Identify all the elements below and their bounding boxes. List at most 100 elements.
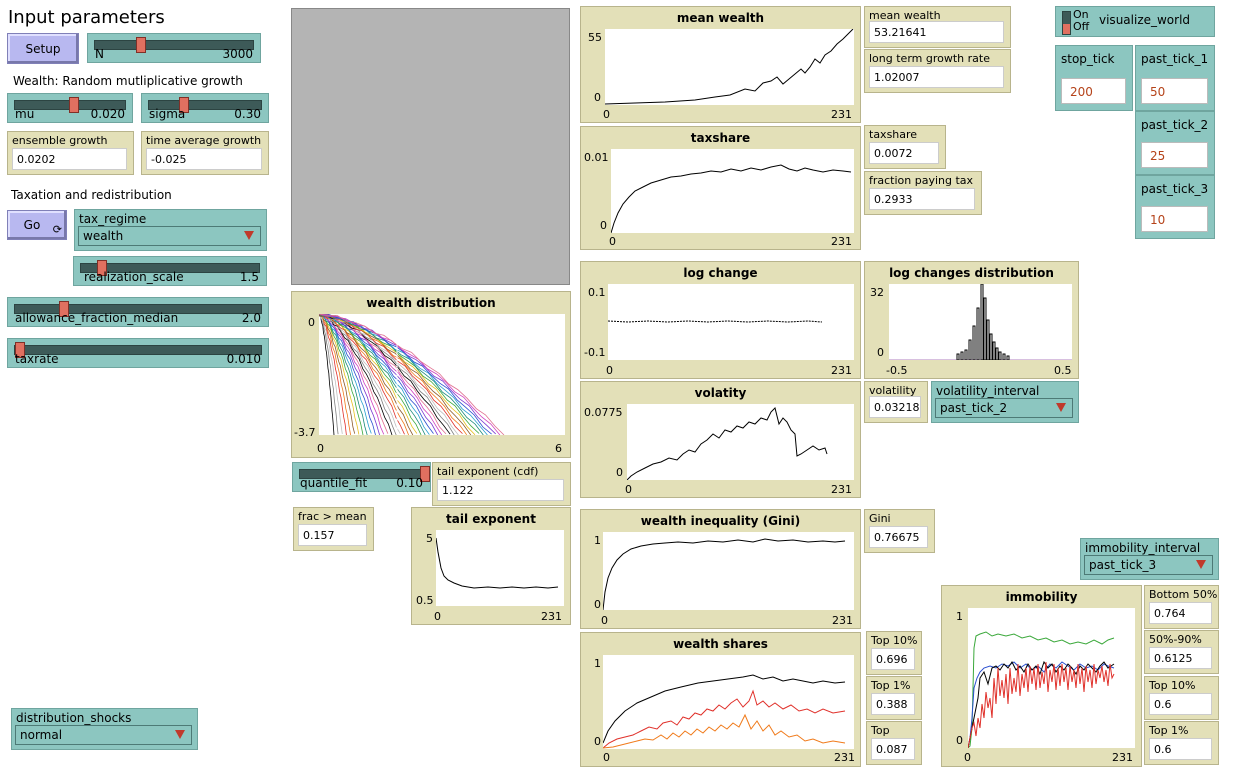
plot-area <box>603 532 854 610</box>
realization-scale-slider[interactable]: realization_scale 1.5 <box>73 256 267 286</box>
switch-toggle[interactable] <box>1062 11 1071 35</box>
tail-exponent-plot: tail exponent 5 0.5 0 231 <box>411 507 571 625</box>
forever-icon: ⟳ <box>52 223 62 236</box>
past-tick-1-input[interactable]: past_tick_1 50 <box>1135 45 1215 111</box>
sigma-slider[interactable]: sigma 0.30 <box>141 93 269 123</box>
slider-name: N <box>95 47 104 61</box>
volatility-interval-chooser[interactable]: volatility_interval past_tick_2 <box>931 381 1079 423</box>
slider-value: 0.10 <box>396 476 423 490</box>
slider-value: 3000 <box>222 47 253 61</box>
monitor-value: 0.03218 <box>869 396 921 418</box>
plot-xmax: 231 <box>831 108 852 121</box>
monitor-value: 0.157 <box>298 524 367 546</box>
plot-xmax: 231 <box>832 614 853 627</box>
log-change-plot: log change 0.1 -0.1 0 231 <box>580 261 861 379</box>
plot-title: log changes distribution <box>889 266 1054 280</box>
mean-wealth-line <box>605 29 854 105</box>
monitor-value: 0.2933 <box>869 188 975 210</box>
plot-ymax: 0 <box>308 316 315 329</box>
input-value[interactable]: 10 <box>1141 206 1208 232</box>
plot-xmin: 0 <box>603 108 610 121</box>
setup-button-label: Setup <box>25 41 61 56</box>
chooser-select[interactable]: wealth <box>78 226 261 246</box>
plot-title: mean wealth <box>676 11 765 25</box>
chevron-down-icon <box>1196 560 1206 569</box>
input-value[interactable]: 200 <box>1061 78 1126 104</box>
monitor-label: Top 10% <box>871 634 918 647</box>
gini-plot: wealth inequality (Gini) 1 0 0 231 <box>580 509 861 629</box>
gini-monitor: Gini 0.76675 <box>864 509 935 553</box>
monitor-value: 0.6 <box>1149 738 1212 760</box>
plot-xmin: 0 <box>606 364 613 377</box>
volatility-plot: volatity 0.0775 0 0 231 <box>580 381 861 498</box>
top-monitor: Top 0.087 <box>866 721 922 765</box>
chooser-select[interactable]: past_tick_3 <box>1084 555 1213 575</box>
immobility-interval-chooser[interactable]: immobility_interval past_tick_3 <box>1080 538 1219 580</box>
slider-name: sigma <box>149 107 186 121</box>
time-average-growth-monitor: time average growth -0.025 <box>141 131 269 175</box>
slider-knob[interactable] <box>69 97 79 113</box>
quantile-fit-slider[interactable]: quantile_fit 0.10 <box>292 462 431 492</box>
input-label: past_tick_3 <box>1141 182 1209 196</box>
monitor-label: fraction paying tax <box>869 174 974 187</box>
switch-label: visualize_world <box>1099 13 1191 27</box>
top10-monitor: Top 10% 0.696 <box>866 631 922 675</box>
input-value[interactable]: 25 <box>1141 142 1208 168</box>
wealth-distribution-plot: wealth distribution 0 -3.7 0 6 <box>291 291 571 458</box>
plot-xmax: 231 <box>1112 751 1133 764</box>
wealth-shares-lines <box>603 674 846 749</box>
tail-exponent-cdf-monitor: tail exponent (cdf) 1.122 <box>432 462 571 506</box>
slider-name: mu <box>15 107 35 121</box>
chooser-value: past_tick_3 <box>1089 558 1157 572</box>
tax-regime-chooser[interactable]: tax_regime wealth <box>74 209 267 251</box>
stop-tick-input[interactable]: stop_tick 200 <box>1055 45 1133 111</box>
allowance-fraction-slider[interactable]: allowance_fraction_median 2.0 <box>7 297 269 327</box>
go-button[interactable]: Go ⟳ <box>7 210 67 240</box>
monitor-value: 1.122 <box>437 479 564 501</box>
chooser-select[interactable]: normal <box>15 725 192 745</box>
plot-area <box>627 404 854 480</box>
monitor-label: Top 1% <box>871 679 911 692</box>
plot-xmax: 231 <box>831 364 852 377</box>
monitor-value: 0.0202 <box>12 148 127 170</box>
slider-knob[interactable] <box>136 37 146 53</box>
chevron-down-icon <box>175 730 185 739</box>
gini-line <box>603 538 846 610</box>
plot-ymax: 1 <box>594 657 601 670</box>
monitor-label: time average growth <box>146 134 262 147</box>
past-tick-2-input[interactable]: past_tick_2 25 <box>1135 111 1215 175</box>
log-changes-histogram <box>889 284 1072 360</box>
plot-ymax: 32 <box>870 286 884 299</box>
monitor-label: Top <box>871 724 890 737</box>
plot-ymin: -3.7 <box>294 426 316 439</box>
n-slider[interactable]: N 3000 <box>87 33 261 63</box>
plot-area <box>608 284 854 360</box>
monitor-value: 0.696 <box>871 648 915 670</box>
plot-xmin: 0 <box>964 751 971 764</box>
plot-ymin: 0 <box>594 91 601 104</box>
plot-area <box>889 284 1072 360</box>
visualize-world-switch[interactable]: On Off visualize_world <box>1055 6 1215 37</box>
plot-xmin: 0 <box>317 442 324 455</box>
distribution-shocks-chooser[interactable]: distribution_shocks normal <box>11 708 198 750</box>
log-change-line <box>608 320 823 323</box>
taxshare-line <box>611 164 852 233</box>
monitor-label: 50%-90% <box>1149 633 1202 646</box>
input-value[interactable]: 50 <box>1141 78 1208 104</box>
mu-slider[interactable]: mu 0.020 <box>7 93 133 123</box>
world-view[interactable] <box>291 8 570 285</box>
chooser-select[interactable]: past_tick_2 <box>935 398 1073 418</box>
plot-ymax: 0.0775 <box>584 406 623 419</box>
past-tick-3-input[interactable]: past_tick_3 10 <box>1135 175 1215 239</box>
monitor-value: 53.21641 <box>869 21 1004 43</box>
section-tax: Taxation and redistribution <box>11 188 172 202</box>
imm-top1-monitor: Top 1% 0.6 <box>1144 721 1219 765</box>
top1-monitor: Top 1% 0.388 <box>866 676 922 720</box>
plot-ymax: 5 <box>426 532 433 545</box>
monitor-label: Bottom 50% <box>1149 588 1218 601</box>
setup-button[interactable]: Setup <box>7 33 79 64</box>
taxrate-slider[interactable]: taxrate 0.010 <box>7 338 269 368</box>
plot-area <box>605 29 854 105</box>
plot-xmin: 0 <box>434 610 441 623</box>
monitor-value: 1.02007 <box>869 66 1004 88</box>
